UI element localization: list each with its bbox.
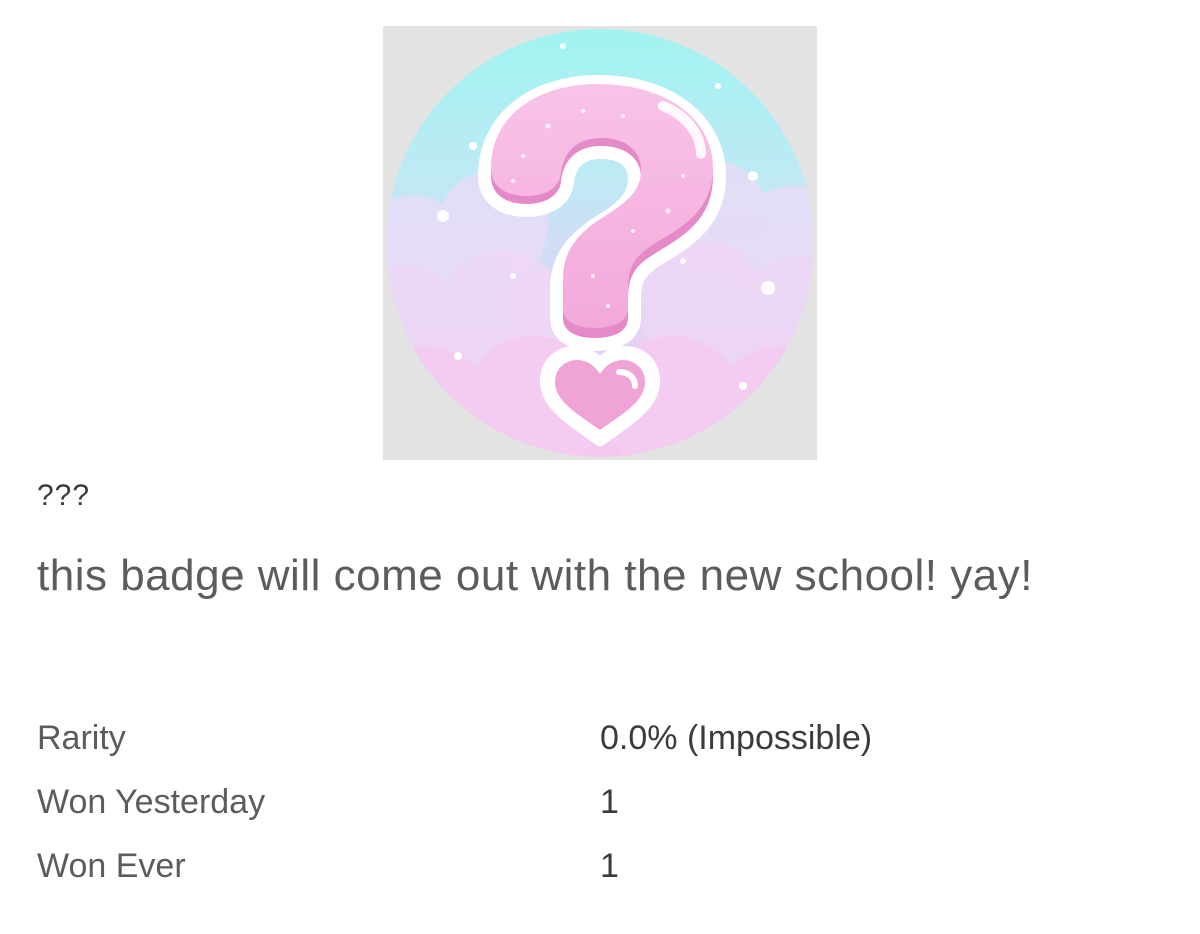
- stat-row-won-yesterday: Won Yesterday 1: [37, 770, 1157, 834]
- stat-row-won-ever: Won Ever 1: [37, 834, 1157, 898]
- stat-label: Won Ever: [37, 846, 186, 885]
- badge-image: [383, 26, 817, 460]
- stat-value: 1: [600, 846, 619, 885]
- badge-stats-table: Rarity 0.0% (Impossible) Won Yesterday 1…: [37, 706, 1157, 898]
- badge-name: ???: [37, 479, 91, 512]
- stat-row-rarity: Rarity 0.0% (Impossible): [37, 706, 1157, 770]
- question-mark-heart-badge-icon: [386, 29, 814, 457]
- badge-description: this badge will come out with the new sc…: [37, 551, 1033, 600]
- stat-value: 1: [600, 782, 619, 821]
- stat-value: 0.0% (Impossible): [600, 718, 873, 757]
- stat-label: Rarity: [37, 718, 126, 757]
- stat-label: Won Yesterday: [37, 782, 266, 821]
